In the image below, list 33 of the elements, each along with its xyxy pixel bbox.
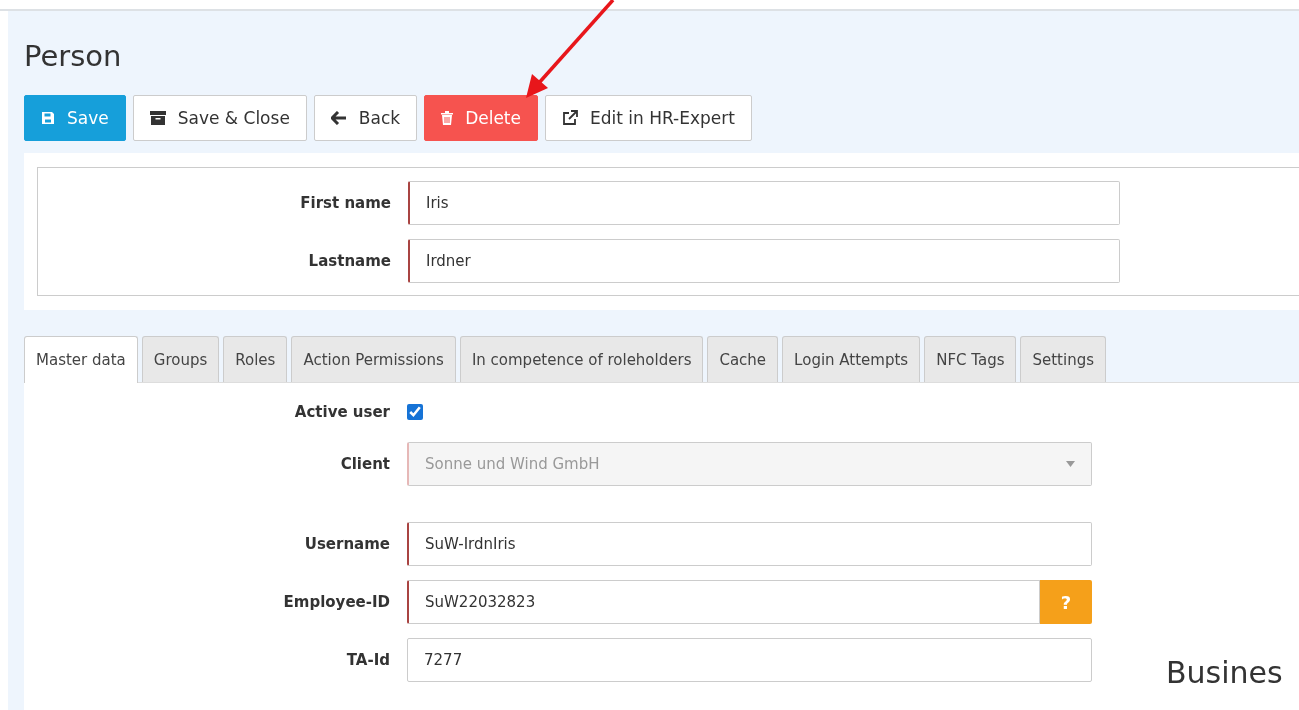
tab[interactable]: Roles xyxy=(223,336,288,382)
field-label: Lastname xyxy=(307,252,392,270)
toolbar-button[interactable]: Edit in HR-Expert xyxy=(545,95,752,141)
tab[interactable]: In competence of roleholders xyxy=(459,336,704,382)
tab[interactable]: NFC Tags xyxy=(924,336,1017,382)
field-label: Employee-ID xyxy=(282,593,391,611)
checkbox[interactable] xyxy=(407,404,423,420)
input-field[interactable]: Iris xyxy=(408,181,1120,225)
tab[interactable]: Master data xyxy=(24,336,138,383)
tab[interactable]: Settings xyxy=(1020,336,1106,382)
tab[interactable]: Groups xyxy=(141,336,220,382)
section-heading: Busines xyxy=(1166,655,1283,692)
arrow-left-icon xyxy=(330,111,347,125)
dropdown-caret-icon xyxy=(1066,461,1075,467)
input-field[interactable]: SuW22032823 xyxy=(407,580,1040,624)
page-title: Person xyxy=(24,39,122,73)
external-link-icon xyxy=(562,110,578,126)
input-field[interactable]: Irdner xyxy=(408,239,1120,283)
field-label: Username xyxy=(303,535,391,553)
tab[interactable]: Login Attempts xyxy=(782,336,921,382)
toolbar-button[interactable]: Back xyxy=(313,95,418,141)
tab[interactable]: Cache xyxy=(707,336,779,382)
input-field[interactable]: 7277 xyxy=(407,638,1092,682)
field-label: Active user xyxy=(293,403,391,421)
archive-icon xyxy=(149,111,166,125)
field-label: Client xyxy=(339,455,391,473)
input-field[interactable]: SuW-IrdnIris xyxy=(407,522,1092,566)
field-label: First name xyxy=(299,194,392,212)
tab[interactable]: Action Permissions xyxy=(291,336,456,382)
field-label: TA-Id xyxy=(345,651,391,669)
save-icon xyxy=(41,111,55,125)
toolbar-button[interactable]: Save & Close xyxy=(132,95,307,141)
trash-icon xyxy=(441,111,454,125)
